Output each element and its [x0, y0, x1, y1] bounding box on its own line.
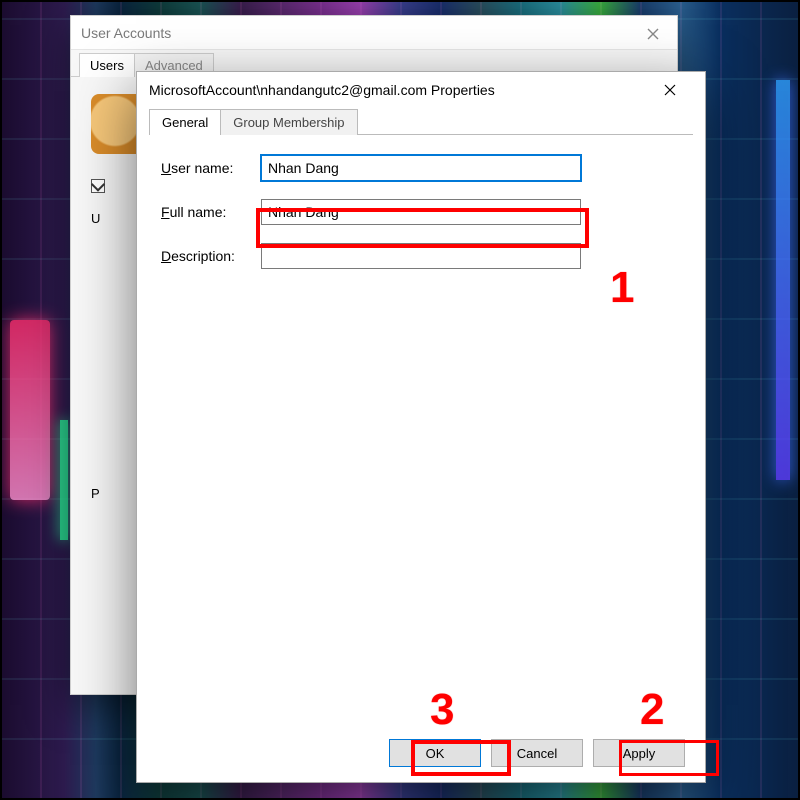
window-titlebar[interactable]: MicrosoftAccount\nhandangutc2@gmail.com …	[137, 72, 705, 108]
checkbox[interactable]	[91, 179, 105, 193]
apply-button[interactable]: Apply	[593, 739, 685, 767]
window-title: User Accounts	[81, 25, 667, 41]
description-label: Description:	[161, 248, 261, 264]
close-button[interactable]	[647, 75, 693, 105]
close-icon[interactable]	[633, 20, 673, 48]
description-input[interactable]	[261, 243, 581, 269]
window-title: MicrosoftAccount\nhandangutc2@gmail.com …	[149, 82, 647, 98]
tab-group-membership[interactable]: Group Membership	[220, 109, 357, 135]
window-titlebar[interactable]: User Accounts	[71, 16, 677, 50]
cancel-button[interactable]: Cancel	[491, 739, 583, 767]
button-bar: OK Cancel Apply	[137, 734, 705, 772]
fullname-label: Full name:	[161, 204, 261, 220]
tab-users[interactable]: Users	[79, 53, 135, 77]
ok-button[interactable]: OK	[389, 739, 481, 767]
properties-window: MicrosoftAccount\nhandangutc2@gmail.com …	[136, 71, 706, 783]
form-body: User name: Full name: Description:	[149, 134, 693, 694]
tabs: General Group Membership	[149, 108, 705, 134]
fullname-input[interactable]	[261, 199, 581, 225]
username-label: User name:	[161, 160, 261, 176]
username-input[interactable]	[261, 155, 581, 181]
tab-general[interactable]: General	[149, 109, 221, 135]
